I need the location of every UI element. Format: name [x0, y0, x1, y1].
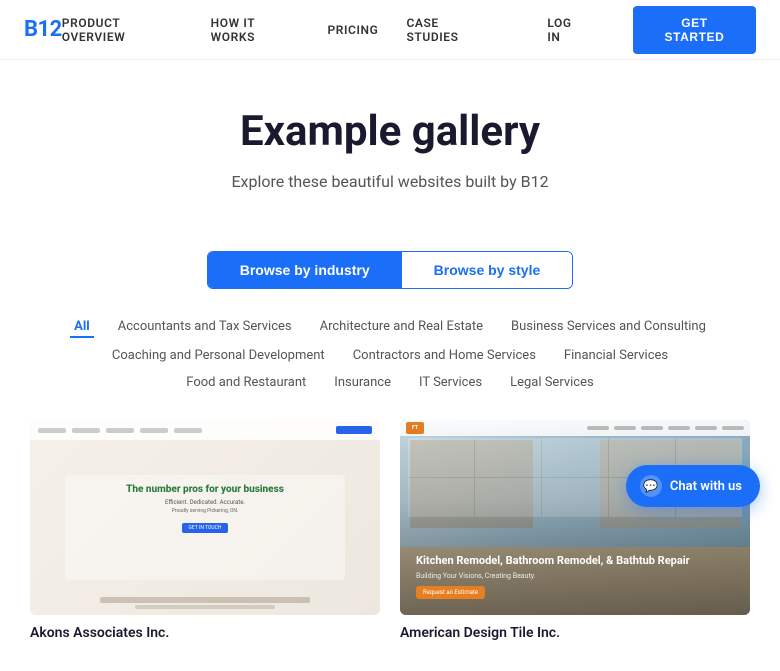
card-1-subline: Efficient. Dedicated. Accurate.: [65, 499, 345, 506]
card-2-title: American Design Tile Inc.: [400, 625, 750, 641]
hero-section: Example gallery Explore these beautiful …: [0, 60, 780, 251]
filter-legal[interactable]: Legal Services: [506, 373, 598, 392]
nav-cta-button[interactable]: GET STARTED: [633, 6, 756, 54]
nav-login[interactable]: LOG IN: [547, 16, 587, 44]
card-1-headline: The number pros for your business: [65, 483, 345, 496]
card-2-subline: Building Your Visions, Creating Beauty.: [416, 572, 734, 580]
filter-insurance[interactable]: Insurance: [330, 373, 395, 392]
card-1-tagline: Proudly serving Pickering, ON.: [65, 508, 345, 514]
filter-food[interactable]: Food and Restaurant: [182, 373, 310, 392]
nav-links: PRODUCT OVERVIEW HOW IT WORKS PRICING CA…: [62, 6, 756, 54]
filter-accountants[interactable]: Accountants and Tax Services: [114, 317, 296, 338]
hero-subtitle: Explore these beautiful websites built b…: [24, 172, 756, 191]
nav-how-it-works[interactable]: HOW IT WORKS: [211, 16, 300, 44]
tab-browse-style[interactable]: Browse by style: [402, 252, 573, 288]
chat-icon: 💬: [640, 475, 662, 497]
gallery-card-1: The number pros for your business Effici…: [30, 420, 380, 641]
nav-pricing[interactable]: PRICING: [327, 23, 378, 37]
filter-it[interactable]: IT Services: [415, 373, 486, 392]
chat-label: Chat with us: [670, 479, 742, 494]
filter-contractors[interactable]: Contractors and Home Services: [349, 346, 540, 365]
filter-row: All Accountants and Tax Services Archite…: [0, 317, 780, 392]
card-1-image[interactable]: The number pros for your business Effici…: [30, 420, 380, 615]
card-1-title: Akons Associates Inc.: [30, 625, 380, 641]
navbar: B12 PRODUCT OVERVIEW HOW IT WORKS PRICIN…: [0, 0, 780, 60]
filter-architecture[interactable]: Architecture and Real Estate: [316, 317, 487, 338]
filter-coaching[interactable]: Coaching and Personal Development: [108, 346, 329, 365]
filter-financial[interactable]: Financial Services: [560, 346, 672, 365]
chat-widget[interactable]: 💬 Chat with us: [626, 465, 760, 507]
filter-all[interactable]: All: [70, 317, 94, 338]
card-2-image[interactable]: FT Kitchen Remodel, Bathroom Remodel, & …: [400, 420, 750, 615]
tab-group: Browse by industry Browse by style: [207, 251, 574, 289]
card-1-cta: GET IN TOUCH: [182, 523, 229, 533]
card-2-cta: Request an Estimate: [416, 586, 485, 599]
page-title: Example gallery: [24, 108, 756, 156]
nav-product-overview[interactable]: PRODUCT OVERVIEW: [62, 16, 183, 44]
brand-logo[interactable]: B12: [24, 17, 62, 42]
tab-browse-industry[interactable]: Browse by industry: [208, 252, 402, 288]
card-2-headline: Kitchen Remodel, Bathroom Remodel, & Bat…: [416, 554, 734, 568]
tabs-container: Browse by industry Browse by style: [0, 251, 780, 289]
filter-business[interactable]: Business Services and Consulting: [507, 317, 710, 338]
nav-case-studies[interactable]: CASE STUDIES: [406, 16, 491, 44]
gallery-card-2: FT Kitchen Remodel, Bathroom Remodel, & …: [400, 420, 750, 641]
gallery-grid: The number pros for your business Effici…: [0, 420, 780, 671]
